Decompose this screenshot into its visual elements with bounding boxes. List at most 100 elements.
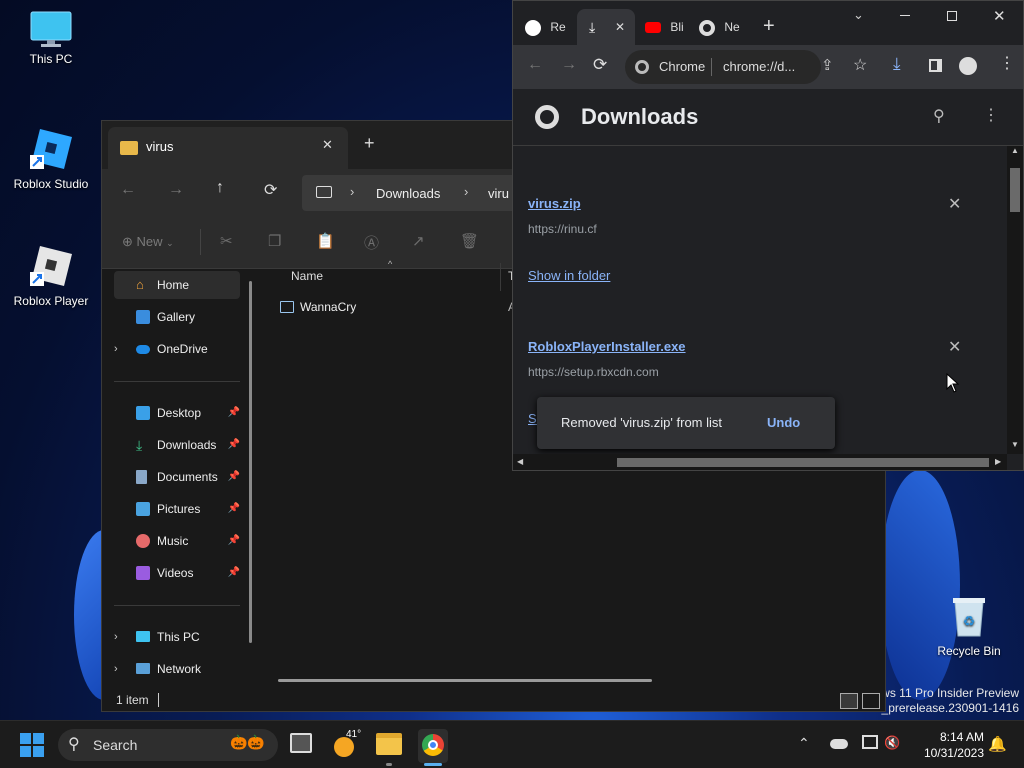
share-icon[interactable]: ⇪ [821,56,834,74]
up-arrow-icon[interactable]: ↑ [216,179,224,197]
roblox-studio-icon [28,125,74,171]
omnibox[interactable]: Chrome chrome://d... [625,50,821,84]
forward-arrow-icon[interactable]: → [561,56,577,74]
expand-chevron-icon[interactable]: › [114,655,118,683]
sort-indicator-icon: ^ [388,259,393,269]
file-row[interactable]: WannaCry [272,295,502,319]
scroll-left-icon[interactable]: ◀ [517,457,523,466]
tab-search-chevron-icon[interactable]: ⌄ [853,7,864,23]
delete-icon[interactable]: 🗑 [460,232,479,250]
weather-widget[interactable]: 41° [334,727,364,763]
sidebar-item-onedrive[interactable]: › OneDrive [114,335,240,363]
expand-chevron-icon[interactable]: › [114,335,118,363]
more-options-icon[interactable]: ⋮ [983,105,999,125]
remove-download-icon[interactable]: ✕ [948,194,961,214]
roblox-player-icon [28,242,74,288]
search-icon[interactable]: ⚲ [933,106,945,126]
download-file-link[interactable]: RobloxPlayerInstaller.exe [528,339,686,354]
horizontal-scrollbar[interactable] [278,679,652,682]
clock[interactable]: 8:14 AM 10/31/2023 [912,729,984,761]
close-tab-icon[interactable]: ✕ [615,9,625,45]
undo-button[interactable]: Undo [767,415,800,430]
sidebar-item-videos[interactable]: Videos 📌 [114,559,240,587]
back-arrow-icon[interactable]: ← [527,56,543,74]
horizontal-scrollbar[interactable]: ◀ ▶ [513,454,1007,470]
details-view-icon[interactable] [840,693,858,709]
new-tab-button[interactable]: + [763,15,775,38]
svg-text:♻: ♻ [963,613,976,629]
expand-chevron-icon[interactable]: › [114,623,118,651]
chrome-tab-new[interactable]: Ne [699,9,749,45]
chrome-tab-downloads[interactable]: ⤓ ✕ [577,9,635,49]
paste-icon[interactable]: 📋 [316,232,335,250]
pin-icon: 📌 [227,535,240,546]
sidebar-scrollbar[interactable] [249,281,252,643]
column-header-name[interactable]: Name [291,269,323,283]
desktop-icon-roblox-studio[interactable]: Roblox Studio [6,125,96,191]
task-view-icon[interactable] [290,733,312,753]
sidebar-item-downloads[interactable]: ⤓ Downloads 📌 [114,431,240,459]
start-button[interactable] [20,733,44,757]
chrome-tab-youtube[interactable]: Bli [645,9,695,45]
refresh-icon[interactable]: ⟳ [264,180,277,200]
share-icon[interactable]: ↗ [412,232,425,250]
file-name: WannaCry [300,300,357,314]
explorer-tab[interactable]: virus ✕ [108,127,348,169]
chrome-menu-icon[interactable]: ⋮ [999,53,1015,73]
scroll-right-icon[interactable]: ▶ [995,457,1001,466]
plus-circle-icon: ⊕ [122,234,133,249]
remove-download-icon[interactable]: ✕ [948,337,961,357]
tiles-view-icon[interactable] [862,693,880,709]
scroll-down-icon[interactable]: ▼ [1011,440,1019,449]
cut-icon[interactable]: ✂ [220,232,233,250]
onedrive-tray-icon[interactable] [830,739,848,749]
notification-bell-icon[interactable]: 🔔 [988,735,1007,753]
breadcrumb-virus[interactable]: viru [488,186,509,201]
sidebar-item-documents[interactable]: Documents 📌 [114,463,240,491]
sidebar-item-music[interactable]: Music 📌 [114,527,240,555]
recycle-bin-icon: ♻ [949,594,989,638]
chevron-down-icon: ⌄ [166,238,174,248]
sidebar-item-home[interactable]: ⌂ Home [114,271,240,299]
minimize-button[interactable] [900,15,910,16]
volume-muted-icon[interactable]: 🔇 [884,735,900,751]
new-tab-button[interactable]: + [364,133,375,154]
profile-icon[interactable] [959,57,977,75]
back-arrow-icon[interactable]: ← [120,181,136,199]
scroll-thumb[interactable] [1010,168,1020,212]
desktop-icon-this-pc[interactable]: This PC [6,10,96,66]
sidebar-item-gallery[interactable]: Gallery [114,303,240,331]
forward-arrow-icon[interactable]: → [168,181,184,199]
new-button[interactable]: ⊕ New ⌄ [122,234,174,250]
breadcrumb-chevron-icon: › [464,184,469,199]
downloads-toolbar-icon[interactable]: ⤓ [893,54,901,74]
sidebar-item-network[interactable]: › Network [114,655,240,683]
show-hidden-icons-chevron-icon[interactable]: ⌃ [798,735,810,752]
sidebar-item-desktop[interactable]: Desktop 📌 [114,399,240,427]
close-window-button[interactable]: ✕ [993,7,1006,25]
breadcrumb-downloads[interactable]: Downloads [376,186,440,201]
omnibox-origin: Chrome [659,59,706,74]
scroll-up-icon[interactable]: ▲ [1011,146,1019,155]
show-in-folder-link[interactable]: Show in folder [528,268,610,283]
reload-icon[interactable]: ⟳ [593,55,607,75]
download-source-url: https://setup.rbxcdn.com [528,365,659,379]
close-tab-icon[interactable]: ✕ [322,137,333,153]
rename-icon[interactable]: Ⓐ [364,232,379,253]
chrome-tab-github[interactable]: Re [525,9,575,45]
vertical-scrollbar[interactable]: ▲ ▼ [1007,146,1023,454]
side-panel-icon[interactable] [929,59,942,72]
mouse-cursor-icon [946,372,960,396]
sidebar-item-this-pc[interactable]: › This PC [114,623,240,651]
desktop-icon-roblox-player[interactable]: Roblox Player [6,242,96,308]
scroll-thumb[interactable] [617,458,989,467]
search-box[interactable]: ⚲ Search 🎃🎃 [58,729,278,761]
copy-icon[interactable]: ❐ [268,232,281,250]
bookmark-star-icon[interactable]: ☆ [853,55,867,75]
display-tray-icon[interactable] [862,735,878,749]
desktop-icon-recycle-bin[interactable]: ♻ Recycle Bin [924,594,1014,658]
maximize-button[interactable] [947,11,957,21]
file-explorer-taskbar-icon[interactable] [376,733,402,755]
download-file-link[interactable]: virus.zip [528,196,581,211]
sidebar-item-pictures[interactable]: Pictures 📌 [114,495,240,523]
